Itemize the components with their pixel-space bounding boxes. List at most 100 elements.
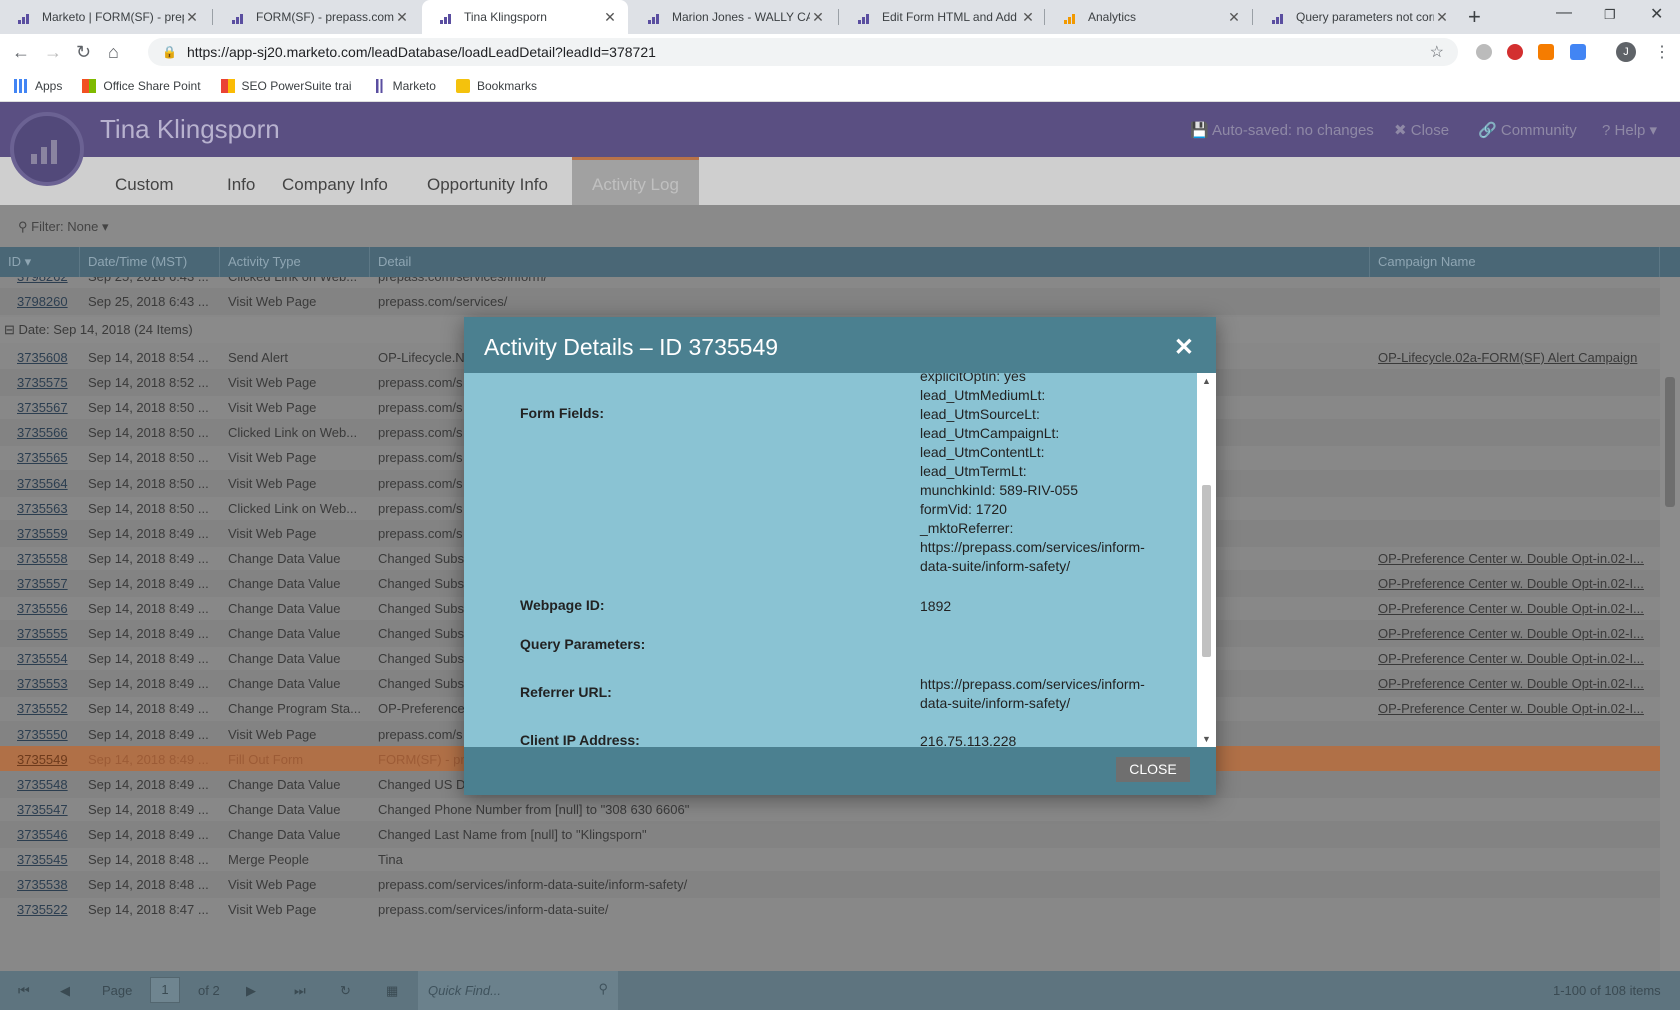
bookmark-seo[interactable]: SEO PowerSuite trai (220, 78, 352, 93)
forward-icon[interactable]: → (44, 42, 62, 63)
column-header-id[interactable]: ID ▾ (0, 247, 80, 277)
restore-icon[interactable]: ❐ (1604, 7, 1616, 23)
row-campaign-link[interactable]: OP-Lifecycle.02a-FORM(SF) Alert Campaign (1378, 344, 1653, 371)
row-campaign-link[interactable] (1378, 771, 1653, 798)
row-id-link[interactable]: 3735553 (17, 670, 77, 697)
home-icon[interactable]: ⌂ (108, 42, 119, 63)
tab-close-icon[interactable]: ✕ (1226, 9, 1242, 26)
row-campaign-link[interactable] (1378, 896, 1653, 923)
tab-close-icon[interactable]: ✕ (184, 9, 200, 26)
row-campaign-link[interactable]: OP-Preference Center w. Double Opt-in.02… (1378, 545, 1653, 572)
browser-tab-active[interactable]: Tina Klingsporn ✕ (422, 0, 628, 34)
row-campaign-link[interactable]: OP-Preference Center w. Double Opt-in.02… (1378, 620, 1653, 647)
search-icon[interactable]: ⚲ (598, 981, 608, 997)
column-header-activity-type[interactable]: Activity Type (220, 247, 370, 277)
row-campaign-link[interactable]: OP-Preference Center w. Double Opt-in.02… (1378, 570, 1653, 597)
export-icon[interactable]: ▦ (386, 983, 398, 999)
row-campaign-link[interactable] (1378, 288, 1653, 315)
profile-avatar[interactable]: J (1616, 42, 1636, 62)
browser-tab[interactable]: Analytics ✕ (1046, 0, 1252, 34)
row-id-link[interactable]: 3735608 (17, 344, 77, 371)
reload-icon[interactable]: ↻ (76, 42, 91, 63)
tab-close-icon[interactable]: ✕ (810, 9, 826, 26)
table-row[interactable]: 3798260 Sep 25, 2018 6:43 ... Visit Web Pa… (0, 288, 1660, 315)
tab-close-icon[interactable]: ✕ (602, 9, 618, 26)
quick-find-input[interactable]: Quick Find... ⚲ (418, 971, 618, 1010)
close-button[interactable]: CLOSE (1116, 757, 1190, 782)
browser-tab[interactable]: Marion Jones - WALLY CAS ✕ (630, 0, 836, 34)
tab-company-info[interactable]: Company Info (262, 157, 408, 205)
filter-bar[interactable]: ⚲ Filter: None ▾ (0, 205, 1680, 247)
row-id-link[interactable]: 3735548 (17, 771, 77, 798)
modal-scrollbar[interactable]: ▲ ▼ (1197, 373, 1216, 747)
browser-tab[interactable]: FORM(SF) - prepass.com ✕ (214, 0, 420, 34)
row-campaign-link[interactable] (1378, 470, 1653, 497)
column-header-campaign[interactable]: Campaign Name (1370, 247, 1660, 277)
browser-tab[interactable]: Edit Form HTML and Add C ✕ (840, 0, 1046, 34)
community-link[interactable]: 🔗 Community (1478, 121, 1577, 139)
row-id-link[interactable]: 3735549 (17, 746, 77, 773)
bookmark-folder[interactable]: Bookmarks (455, 78, 537, 93)
bookmark-office[interactable]: Office Share Point (82, 78, 201, 93)
row-campaign-link[interactable]: OP-Preference Center w. Double Opt-in.02… (1378, 595, 1653, 622)
tab-activity-log[interactable]: Activity Log (572, 157, 699, 205)
extension-icon[interactable] (1570, 44, 1586, 60)
back-icon[interactable]: ← (12, 42, 30, 63)
table-row[interactable]: 3735547 Sep 14, 2018 8:49 ... Change Data … (0, 796, 1660, 823)
row-id-link[interactable]: 3735522 (17, 896, 77, 923)
extension-icon[interactable] (1476, 44, 1492, 60)
bookmark-star-icon[interactable]: ☆ (1430, 42, 1444, 62)
row-id-link[interactable]: 3735564 (17, 470, 77, 497)
tab-opportunity-info[interactable]: Opportunity Info (407, 157, 568, 205)
column-header-date[interactable]: Date/Time (MST) (80, 247, 220, 277)
bookmark-marketo[interactable]: Marketo (371, 78, 436, 93)
row-campaign-link[interactable]: OP-Preference Center w. Double Opt-in.02… (1378, 670, 1653, 697)
row-campaign-link[interactable] (1378, 721, 1653, 748)
scroll-down-icon[interactable]: ▼ (1202, 734, 1211, 744)
next-page-icon[interactable]: ▶ (246, 983, 256, 999)
row-id-link[interactable]: 3735567 (17, 394, 77, 421)
table-row[interactable]: 3735545 Sep 14, 2018 8:48 ... Merge People… (0, 846, 1660, 873)
page-number-input[interactable]: 1 (150, 977, 180, 1003)
row-id-link[interactable]: 3735554 (17, 645, 77, 672)
modal-scrollbar-thumb[interactable] (1202, 485, 1211, 657)
browser-menu-icon[interactable]: ⋮ (1654, 42, 1670, 62)
grid-scrollbar[interactable] (1660, 277, 1680, 971)
marketo-logo-icon[interactable] (10, 112, 84, 186)
extension-icon[interactable] (1538, 44, 1554, 60)
close-link[interactable]: ✖ Close (1394, 121, 1449, 139)
table-row[interactable]: 3735538 Sep 14, 2018 8:48 ... Visit Web Pa… (0, 871, 1660, 899)
row-id-link[interactable]: 3735538 (17, 871, 77, 898)
row-campaign-link[interactable] (1378, 369, 1653, 396)
table-row[interactable]: 3735522 Sep 14, 2018 8:47 ... Visit Web Pa… (0, 896, 1660, 923)
first-page-icon[interactable]: ⏮ (18, 983, 30, 999)
row-id-link[interactable]: 3735550 (17, 721, 77, 748)
column-header-detail[interactable]: Detail (370, 247, 1370, 277)
scroll-up-icon[interactable]: ▲ (1202, 376, 1211, 386)
row-campaign-link[interactable] (1378, 419, 1653, 446)
row-campaign-link[interactable] (1378, 495, 1653, 522)
row-campaign-link[interactable] (1378, 444, 1653, 471)
row-id-link[interactable]: 3798260 (17, 288, 77, 315)
row-id-link[interactable]: 3735556 (17, 595, 77, 622)
row-campaign-link[interactable]: OP-Preference Center w. Double Opt-in.02… (1378, 695, 1653, 722)
row-id-link[interactable]: 3735552 (17, 695, 77, 722)
minimize-icon[interactable]: — (1556, 4, 1572, 22)
row-id-link[interactable]: 3735546 (17, 821, 77, 848)
row-campaign-link[interactable] (1378, 394, 1653, 421)
help-link[interactable]: ? Help ▾ (1602, 121, 1657, 139)
row-id-link[interactable]: 3735559 (17, 520, 77, 547)
last-page-icon[interactable]: ⏭ (294, 983, 306, 999)
row-campaign-link[interactable] (1378, 846, 1653, 873)
row-id-link[interactable]: 3735575 (17, 369, 77, 396)
table-row[interactable]: 3735546 Sep 14, 2018 8:49 ... Change Data … (0, 820, 1660, 848)
refresh-icon[interactable]: ↻ (340, 983, 351, 999)
row-campaign-link[interactable] (1378, 796, 1653, 823)
window-close-icon[interactable]: ✕ (1650, 4, 1663, 24)
scrollbar-thumb[interactable] (1665, 377, 1675, 507)
row-id-link[interactable]: 3735545 (17, 846, 77, 873)
row-id-link[interactable]: 3735555 (17, 620, 77, 647)
row-id-link[interactable]: 3735565 (17, 444, 77, 471)
extension-icon[interactable] (1507, 44, 1523, 60)
browser-tab[interactable]: Query parameters not corr ✕ (1254, 0, 1460, 34)
